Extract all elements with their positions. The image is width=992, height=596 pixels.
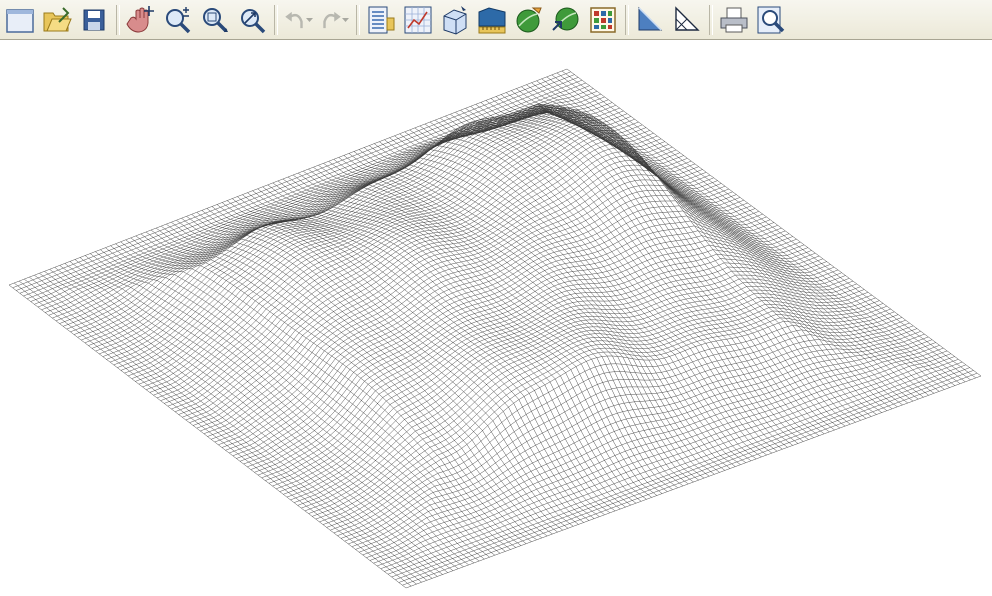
wireframe-globe-button[interactable] <box>512 3 546 37</box>
grid-map-icon <box>404 6 432 33</box>
zoom-window-icon <box>203 7 228 32</box>
zoom-extents-button[interactable] <box>235 3 269 37</box>
wire-triangle-button[interactable] <box>670 3 704 37</box>
pan-button[interactable] <box>124 3 158 37</box>
toolbar-separator <box>709 4 713 35</box>
new-document-icon <box>6 8 34 33</box>
save-button[interactable] <box>77 3 111 37</box>
globe-pencil-icon <box>516 7 542 32</box>
terrain-mesh-lines <box>8 68 982 589</box>
wireframe-terrain-surface <box>8 68 982 589</box>
shaded-triangle-icon <box>638 6 663 31</box>
color-grid-button[interactable] <box>586 3 620 37</box>
shaded-triangle-button[interactable] <box>633 3 667 37</box>
undo-dropdown[interactable] <box>305 3 314 37</box>
toolbar-separator <box>116 4 120 35</box>
print-button[interactable] <box>717 3 751 37</box>
layer-properties-button[interactable] <box>364 3 398 37</box>
main-toolbar <box>0 0 992 40</box>
chevron-down-icon <box>342 17 349 22</box>
toolbar-separator <box>274 4 278 35</box>
zoom-window-button[interactable] <box>198 3 232 37</box>
printer-icon <box>720 7 748 32</box>
zoom-extents-icon <box>241 8 266 33</box>
new-file-button[interactable] <box>3 3 37 37</box>
volume-measure-button[interactable] <box>475 3 509 37</box>
redo-dropdown[interactable] <box>341 3 350 37</box>
volume-ruler-icon <box>478 6 506 33</box>
layer-properties-icon <box>368 6 395 33</box>
open-file-button[interactable] <box>40 3 74 37</box>
zoom-plus-minus-icon <box>166 6 191 33</box>
grid-map-button[interactable] <box>401 3 435 37</box>
globe-arrow-icon <box>552 7 579 31</box>
surface-globe-button[interactable] <box>549 3 583 37</box>
print-preview-button[interactable] <box>754 3 788 37</box>
zoom-in-out-button[interactable] <box>161 3 195 37</box>
open-folder-icon <box>43 6 72 31</box>
3d-box-icon <box>443 5 467 35</box>
toolbar-separator <box>356 4 360 35</box>
print-preview-icon <box>757 6 785 33</box>
3d-box-button[interactable] <box>438 3 472 37</box>
hand-pan-icon <box>126 5 154 33</box>
wire-triangle-icon <box>675 5 700 31</box>
toolbar-separator <box>625 4 629 35</box>
color-grid-icon <box>590 6 616 33</box>
3d-view-canvas[interactable] <box>0 41 992 596</box>
chevron-down-icon <box>306 17 313 22</box>
floppy-disk-icon <box>83 9 105 30</box>
